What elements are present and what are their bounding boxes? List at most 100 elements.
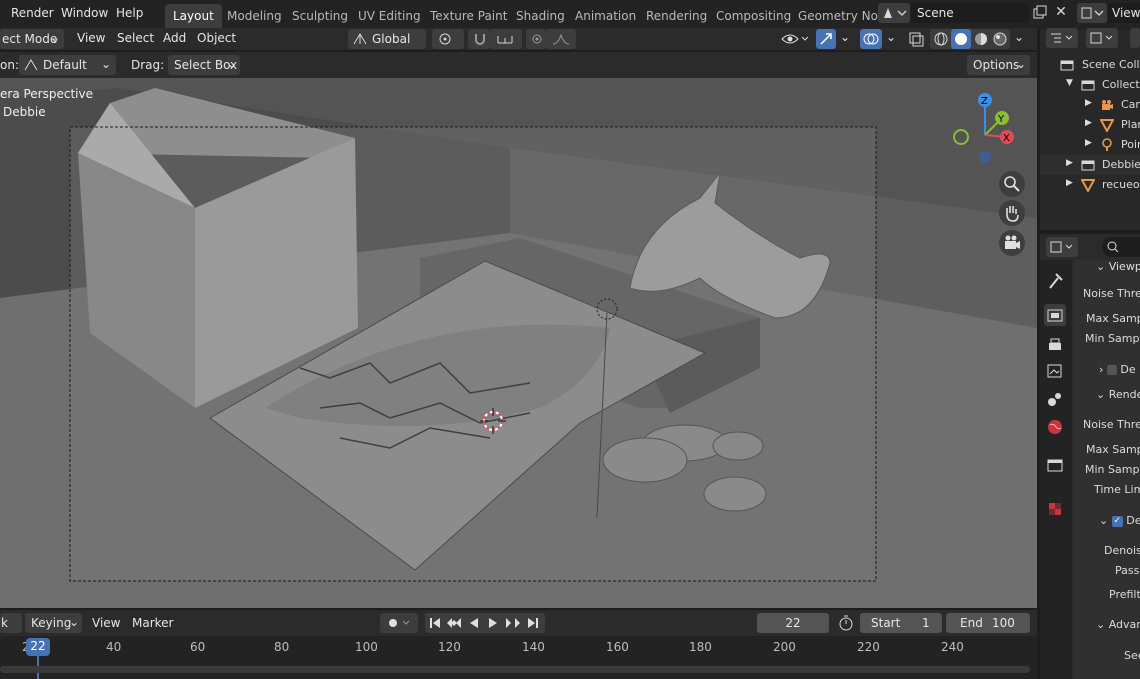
outliner-row[interactable]: ▶ recueob [1040,175,1140,195]
outliner-filter-dropdown[interactable] [1086,28,1118,48]
outliner-display-mode-dropdown[interactable] [1046,28,1078,48]
output-printer-icon[interactable] [1044,334,1066,356]
view-layer-icon[interactable] [1044,360,1066,382]
texture-icon[interactable] [1044,498,1066,520]
tab-animation[interactable]: Animation [567,4,644,28]
chevron-down-icon[interactable]: ⌄ [886,30,896,44]
preview-range-toggle[interactable] [836,613,856,633]
tab-compositing[interactable]: Compositing [708,4,799,28]
scene-selector-button[interactable] [878,3,910,23]
editor-type-dropdown[interactable] [1046,237,1078,257]
pivot-point-dropdown[interactable] [432,29,464,49]
expand-arrow-icon[interactable]: ▶ [1085,98,1092,108]
drag-dropdown[interactable]: Select Box ⌄ [168,55,240,75]
menu-window[interactable]: Window [61,6,108,20]
tab-rendering[interactable]: Rendering [638,4,715,28]
render-tab[interactable] [1044,304,1066,326]
mode-selector[interactable]: ect Mode ⌄ [0,29,64,49]
tab-sculpting[interactable]: Sculpting [284,4,356,28]
tab-modeling[interactable]: Modeling [219,4,290,28]
menu-view[interactable]: View [92,616,120,630]
orientation-dropdown[interactable]: Default ⌄ [19,55,116,75]
proportional-editing-toggle[interactable] [526,29,546,49]
world-icon[interactable] [1044,416,1066,438]
expand-arrow-icon[interactable]: ▶ [1085,118,1092,128]
chevron-down-icon[interactable]: ⌄ [1014,30,1024,44]
subpanel-denoise-render[interactable]: ⌄ ✓ De [1099,514,1140,527]
panel-header-render[interactable]: ⌄ Rende [1096,388,1140,401]
zoom-button[interactable] [999,171,1025,197]
menu-help[interactable]: Help [116,6,143,20]
chevron-down-icon[interactable]: ⌄ [840,30,850,44]
menu-add[interactable]: Add [163,31,186,45]
scene-icon[interactable] [1044,388,1066,410]
properties-search-input[interactable] [1102,237,1140,257]
denoise-checkbox[interactable] [1106,365,1117,375]
prev-keyframe-icon[interactable] [445,616,463,630]
overlays-toggle[interactable] [860,29,882,49]
next-keyframe-icon[interactable] [504,616,522,630]
expand-arrow-icon[interactable]: ▶ [1066,178,1073,188]
visibility-dropdown[interactable] [780,29,810,49]
options-dropdown[interactable]: Options ⌄ [967,55,1030,75]
tab-shading[interactable]: Shading [508,4,573,28]
expand-arrow-icon[interactable]: ▶ [1085,138,1092,148]
delete-scene-icon[interactable]: ✕ [1052,4,1070,22]
play-reverse-icon[interactable] [466,616,482,630]
collection-icon[interactable] [1044,454,1066,476]
timeline-ruler[interactable]: 2 40 60 80 100 120 140 160 180 200 220 2… [0,636,1037,679]
snap-target-dropdown[interactable] [490,29,522,49]
outliner-row[interactable]: ▶ Plar [1040,115,1140,135]
menu-view[interactable]: View [77,31,105,45]
timeline-scrollbar[interactable] [0,666,1030,673]
subpanel-denoise[interactable]: › De [1099,363,1136,376]
keying-dropdown[interactable]: Keying ⌄ [25,613,82,633]
gizmo-toggle[interactable] [816,29,836,49]
tab-layout[interactable]: Layout [165,4,222,28]
menu-marker[interactable]: Marker [132,616,173,630]
end-frame-field[interactable]: End 100 [946,613,1030,633]
transform-orientation-dropdown[interactable]: Global [348,29,426,49]
expand-arrow-icon[interactable]: ▼ [1066,78,1073,88]
outliner-row[interactable]: ▶ Poir [1040,135,1140,155]
start-frame-field[interactable]: Start 1 [860,613,942,633]
panel-header-advanced[interactable]: ⌄ Advan [1096,618,1140,631]
auto-keying-toggle[interactable] [380,613,418,633]
snap-toggle[interactable] [468,29,490,49]
camera-view-button[interactable] [999,230,1025,256]
current-frame-field[interactable]: 22 [757,613,829,633]
rendered-shading-icon[interactable] [991,30,1009,48]
view-layer-selector-button[interactable] [1077,3,1107,23]
jump-end-icon[interactable] [525,616,541,630]
panel-header-viewport[interactable]: ⌄ Viewp [1096,260,1140,273]
outliner-row[interactable]: Scene Colle [1040,55,1140,75]
menu-object[interactable]: Object [197,31,236,45]
jump-start-icon[interactable] [427,616,443,630]
wireframe-shading-icon[interactable] [932,30,950,48]
tool-icon[interactable] [1044,270,1066,292]
outliner-row[interactable]: ▶ Debbie [1040,155,1140,175]
solid-shading-button[interactable] [951,29,971,49]
tab-uv-editing[interactable]: UV Editing [350,4,429,28]
menu-render[interactable]: Render [11,6,54,20]
3d-cursor-icon[interactable] [480,408,506,434]
navigation-gizmo[interactable]: Z Y X [945,90,1020,165]
play-icon[interactable] [485,616,501,630]
expand-arrow-icon[interactable]: ▶ [1066,158,1073,168]
playback-dropdown[interactable]: k [0,613,22,633]
view-layer-field[interactable]: View [1108,3,1140,23]
menu-select[interactable]: Select [117,31,154,45]
playhead[interactable]: 22 [26,638,50,656]
denoise-checkbox-checked[interactable]: ✓ [1111,515,1123,527]
outliner-search[interactable] [1130,28,1140,48]
proportional-falloff-dropdown[interactable] [546,29,576,49]
3d-viewport[interactable]: era Perspective Debbie Z Y X [0,78,1037,608]
tab-texture-paint[interactable]: Texture Paint [422,4,515,28]
scene-name-field[interactable]: Scene [911,3,1029,23]
pan-button[interactable] [999,200,1025,226]
outliner-row[interactable]: ▶ Can [1040,95,1140,115]
new-scene-icon[interactable] [1031,4,1049,22]
material-preview-icon[interactable] [972,30,990,48]
outliner-row[interactable]: ▼ Collecti [1040,75,1140,95]
xray-toggle[interactable] [906,29,926,49]
